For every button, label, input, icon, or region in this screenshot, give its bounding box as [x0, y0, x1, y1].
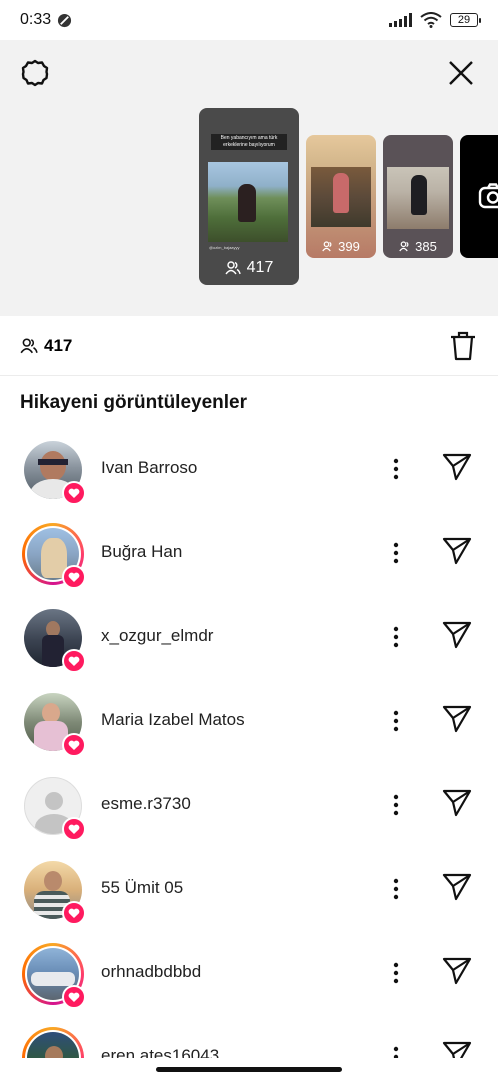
- send-message-button[interactable]: [440, 618, 474, 652]
- viewer-row[interactable]: Maria Izabel Matos: [0, 678, 498, 762]
- status-left: 0:33: [20, 11, 72, 29]
- more-vertical-icon: [393, 458, 399, 480]
- story-thumbnail[interactable]: 385: [383, 135, 453, 258]
- story-photo: [387, 167, 449, 229]
- viewer-name: esme.r3730: [101, 794, 191, 813]
- people-icon: [322, 241, 332, 252]
- do-not-disturb-icon: [58, 13, 72, 27]
- story-count-value: 417: [246, 259, 274, 276]
- viewer-list: Ivan Barroso Buğra Han x_ozgur_elmdr Mar…: [0, 426, 498, 1080]
- heart-icon: [62, 565, 86, 589]
- send-icon: [442, 873, 472, 901]
- viewer-name: orhnadbdbbd: [101, 962, 202, 981]
- home-indicator[interactable]: [156, 1067, 342, 1072]
- heart-icon: [62, 901, 86, 925]
- send-icon: [442, 957, 472, 985]
- viewer-row[interactable]: Buğra Han: [0, 510, 498, 594]
- send-icon: [442, 453, 472, 481]
- heart-icon: [62, 817, 86, 841]
- viewer-row[interactable]: orhnadbdbbd: [0, 930, 498, 1014]
- send-message-button[interactable]: [440, 534, 474, 568]
- story-count-value: 385: [415, 239, 437, 254]
- avatar[interactable]: [22, 859, 86, 925]
- viewer-name: Ivan Barroso: [101, 458, 198, 477]
- more-options-button[interactable]: [386, 956, 406, 990]
- story-view-count: 385: [383, 239, 453, 254]
- viewer-name: Buğra Han: [101, 542, 183, 561]
- story-strip: Ben yabancıyım ama türk erkeklerine bayı…: [0, 40, 498, 316]
- viewer-row[interactable]: x_ozgur_elmdr: [0, 594, 498, 678]
- viewer-name: x_ozgur_elmdr: [101, 626, 214, 645]
- story-thumbnail-selected[interactable]: Ben yabancıyım ama türk erkeklerine bayı…: [199, 108, 299, 285]
- avatar[interactable]: [22, 943, 86, 1009]
- more-options-button[interactable]: [386, 536, 406, 570]
- delete-story-button[interactable]: [448, 329, 478, 363]
- viewer-summary-row: 417: [0, 316, 498, 376]
- story-photo: [208, 162, 288, 242]
- section-title: Hikayeni görüntüleyenler: [20, 392, 248, 413]
- avatar[interactable]: [22, 775, 86, 841]
- status-bar: 0:33 29: [0, 0, 498, 40]
- signal-icon: [389, 13, 412, 27]
- story-thumbnail[interactable]: 399: [306, 135, 376, 258]
- send-icon: [442, 621, 472, 649]
- battery-level: 29: [457, 14, 471, 26]
- send-icon: [442, 789, 472, 817]
- viewer-name: Maria Izabel Matos: [101, 710, 245, 729]
- story-caption: Ben yabancıyım ama türk erkeklerine bayı…: [211, 134, 287, 150]
- avatar[interactable]: [22, 607, 86, 673]
- status-time: 0:33: [20, 11, 52, 28]
- more-vertical-icon: [393, 710, 399, 732]
- story-view-count: 417: [199, 259, 299, 277]
- more-options-button[interactable]: [386, 452, 406, 486]
- more-vertical-icon: [393, 794, 399, 816]
- people-icon: [399, 241, 409, 252]
- more-vertical-icon: [393, 542, 399, 564]
- close-icon: [449, 61, 473, 85]
- heart-icon: [62, 481, 86, 505]
- people-icon: [225, 261, 241, 275]
- more-vertical-icon: [393, 878, 399, 900]
- camera-icon: [478, 183, 498, 209]
- trash-icon: [451, 331, 475, 360]
- story-count-value: 399: [338, 239, 360, 254]
- send-message-button[interactable]: [440, 702, 474, 736]
- settings-button[interactable]: [18, 56, 52, 90]
- people-icon: [20, 337, 38, 353]
- status-right: 29: [389, 12, 481, 28]
- viewer-name: 55 Ümit 05: [101, 878, 184, 897]
- heart-icon: [62, 649, 86, 673]
- send-message-button[interactable]: [440, 954, 474, 988]
- send-icon: [442, 537, 472, 565]
- more-options-button[interactable]: [386, 704, 406, 738]
- viewer-row[interactable]: 55 Ümit 05: [0, 846, 498, 930]
- avatar[interactable]: [22, 439, 86, 505]
- close-button[interactable]: [444, 56, 478, 90]
- story-photo: [311, 167, 371, 227]
- gear-icon: [21, 59, 49, 87]
- story-view-count: 399: [306, 239, 376, 254]
- add-story-thumbnail[interactable]: [460, 135, 498, 258]
- more-options-button[interactable]: [386, 788, 406, 822]
- avatar[interactable]: [22, 523, 86, 589]
- viewer-row[interactable]: esme.r3730: [0, 762, 498, 846]
- send-message-button[interactable]: [440, 786, 474, 820]
- viewer-count: 417: [44, 335, 73, 355]
- story-handle: @ozlm_bajaayyy: [209, 245, 240, 250]
- more-vertical-icon: [393, 626, 399, 648]
- heart-icon: [62, 985, 86, 1009]
- wifi-icon: [420, 12, 442, 28]
- more-vertical-icon: [393, 962, 399, 984]
- avatar[interactable]: [22, 691, 86, 757]
- more-options-button[interactable]: [386, 872, 406, 906]
- send-message-button[interactable]: [440, 450, 474, 484]
- more-options-button[interactable]: [386, 620, 406, 654]
- battery-icon: 29: [450, 13, 481, 27]
- heart-icon: [62, 733, 86, 757]
- send-message-button[interactable]: [440, 870, 474, 904]
- send-icon: [442, 705, 472, 733]
- viewer-row[interactable]: Ivan Barroso: [0, 426, 498, 510]
